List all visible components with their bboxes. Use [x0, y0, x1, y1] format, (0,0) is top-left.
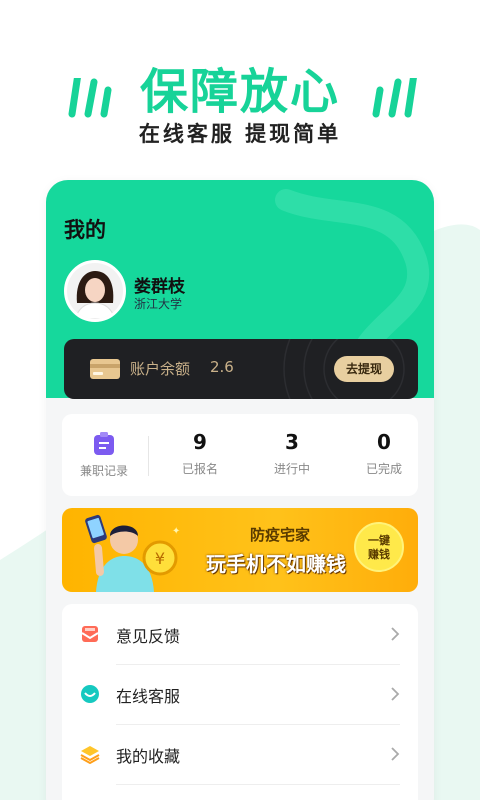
balance-card: 账户余额 2.6 去提现 — [64, 339, 418, 399]
stat-value: 3 — [285, 430, 299, 454]
balance-value: 2.6 — [210, 358, 234, 376]
stats-divider — [148, 436, 149, 476]
promo-banner[interactable]: ¥ ✦ 防疫宅家 玩手机不如赚钱 一键 赚钱 — [62, 508, 418, 592]
menu-item-online-service[interactable]: 在线客服 — [62, 664, 418, 724]
earn-button-line1: 一键 — [368, 534, 390, 547]
user-name: 娄群枝 — [134, 277, 185, 297]
banner-title: 玩手机不如赚钱 — [206, 552, 346, 576]
stat-label: 已报名 — [181, 462, 218, 476]
stat-value: 0 — [377, 430, 391, 454]
clipboard-icon — [94, 432, 114, 455]
stat-registered[interactable]: 9 已报名 — [170, 430, 230, 477]
phone-mockup: 我的 娄群枝 浙江大学 账户余额 2.6 去提现 兼职记录 9 已报名 3 进行… — [46, 180, 434, 800]
stat-label: 已完成 — [365, 462, 402, 476]
menu-item-label: 我的收藏 — [116, 747, 181, 766]
decor-lines-left-icon — [68, 78, 112, 118]
menu-item-label: 意见反馈 — [116, 627, 181, 646]
chat-icon — [81, 685, 99, 703]
man-with-phone-illustration-icon: ¥ ✦ — [85, 514, 180, 592]
decor-lines-right-icon — [372, 78, 417, 118]
menu-item-feedback[interactable]: 意见反馈 — [62, 604, 418, 664]
chevron-right-icon — [391, 627, 400, 641]
stat-in-progress[interactable]: 3 进行中 — [262, 430, 322, 477]
avatar[interactable] — [64, 260, 126, 322]
records-entry[interactable]: 兼职记录 — [76, 432, 132, 479]
wallet-card-icon — [90, 359, 120, 379]
stats-card: 兼职记录 9 已报名 3 进行中 0 已完成 — [62, 414, 418, 496]
svg-text:¥: ¥ — [155, 549, 165, 568]
page-title: 我的 — [64, 218, 106, 242]
layers-icon — [80, 746, 100, 764]
svg-text:✦: ✦ — [172, 526, 180, 537]
chevron-right-icon — [391, 687, 400, 701]
promo-subtitle: 在线客服 提现简单 — [138, 122, 342, 146]
records-label: 兼职记录 — [79, 464, 128, 478]
feedback-icon — [81, 626, 99, 642]
stat-value: 9 — [193, 430, 207, 454]
banner-subtitle: 防疫宅家 — [249, 526, 310, 544]
earn-money-button[interactable]: 一键 赚钱 — [354, 522, 404, 572]
stat-completed[interactable]: 0 已完成 — [354, 430, 414, 477]
menu-item-favorites[interactable]: 我的收藏 — [62, 724, 418, 784]
stat-label: 进行中 — [273, 462, 310, 476]
menu-item-label: 在线客服 — [116, 687, 181, 706]
menu-list: 意见反馈 在线客服 我的收藏 — [62, 604, 418, 800]
withdraw-button[interactable]: 去提现 — [334, 356, 394, 382]
balance-label: 账户余额 — [130, 360, 191, 378]
user-school: 浙江大学 — [134, 297, 183, 311]
chevron-right-icon — [391, 747, 400, 761]
menu-divider — [116, 784, 400, 785]
earn-button-line2: 赚钱 — [368, 548, 390, 561]
